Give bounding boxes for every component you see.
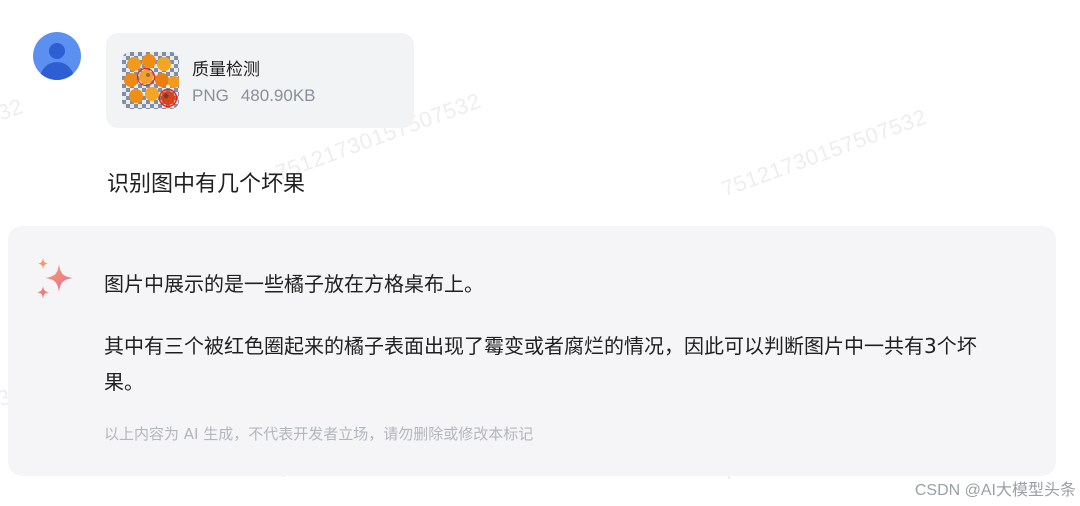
- attachment-meta: PNG 480.90KB: [192, 86, 316, 106]
- attachment-name: 质量检测: [192, 60, 260, 80]
- ai-response-card: 图片中展示的是一些橘子放在方格桌布上。 其中有三个被红色圈起来的橘子表面出现了霉…: [8, 226, 1056, 476]
- watermark: 75121730157507532: [718, 103, 931, 202]
- csdn-credit: CSDN @AI大模型头条: [914, 482, 1076, 499]
- avatar-head: [49, 43, 65, 59]
- attachment-card[interactable]: 质量检测 PNG 480.90KB: [106, 33, 414, 128]
- ai-disclaimer: 以上内容为 AI 生成，不代表开发者立场，请勿删除或修改本标记: [104, 425, 534, 443]
- ai-response-paragraph-1: 图片中展示的是一些橘子放在方格桌布上。: [104, 272, 484, 296]
- attachment-type: PNG: [192, 86, 229, 105]
- avatar-shoulders: [40, 62, 74, 80]
- ai-sparkle-icon: [32, 256, 80, 304]
- attachment-size: 480.90KB: [240, 86, 316, 105]
- user-question: 识别图中有几个坏果: [107, 172, 306, 197]
- user-avatar-icon[interactable]: [33, 32, 81, 80]
- ai-response-paragraph-2: 其中有三个被红色圈起来的橘子表面出现了霉变或者腐烂的情况，因此可以判断图片中一共…: [104, 334, 977, 394]
- watermark: 32: [0, 93, 27, 126]
- attachment-thumbnail[interactable]: [122, 52, 179, 109]
